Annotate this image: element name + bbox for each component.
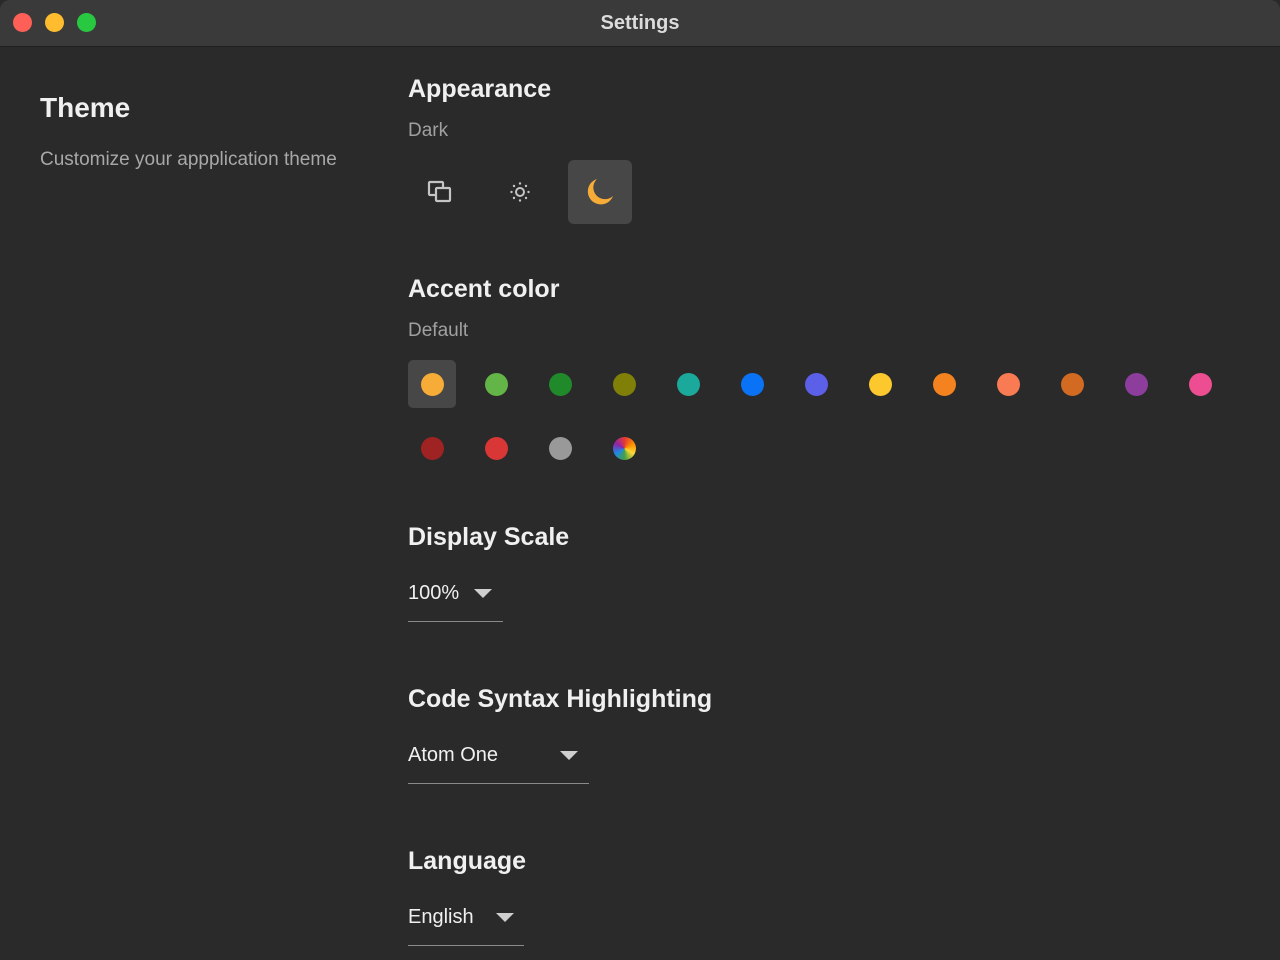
display-scale-value: 100%: [408, 582, 460, 604]
accent-color-swatch[interactable]: [600, 424, 648, 472]
syntax-highlighting-title: Code Syntax Highlighting: [408, 685, 713, 713]
accent-color-current: Default: [408, 320, 469, 341]
accent-color-swatch[interactable]: [728, 360, 776, 408]
color-dot: [548, 436, 572, 460]
syntax-highlighting-dropdown[interactable]: Atom One: [408, 744, 589, 784]
appearance-dark-button[interactable]: [568, 160, 632, 224]
accent-color-swatch[interactable]: [856, 360, 904, 408]
accent-color-swatch[interactable]: [536, 360, 584, 408]
color-dot: [676, 372, 700, 396]
settings-window: Settings Theme Customize your appplicati…: [0, 0, 1280, 960]
window-title: Settings: [600, 12, 680, 34]
color-dot: [740, 372, 764, 396]
syntax-highlighting-value: Atom One: [408, 744, 499, 766]
color-dot: [804, 372, 828, 396]
accent-color-swatch[interactable]: [472, 424, 520, 472]
accent-color-swatch[interactable]: [472, 360, 520, 408]
color-dot: [1124, 372, 1148, 396]
display-scale-dropdown[interactable]: 100%: [408, 582, 503, 622]
sun-icon: [510, 182, 530, 202]
appearance-system-button[interactable]: [408, 160, 472, 224]
appearance-title: Appearance: [408, 75, 552, 103]
color-dot: [484, 436, 508, 460]
appearance-current: Dark: [408, 120, 449, 141]
color-dot: [420, 436, 444, 460]
accent-color-swatch[interactable]: [408, 424, 456, 472]
color-dot: [420, 372, 444, 396]
accent-color-title: Accent color: [408, 275, 560, 303]
color-dot: [548, 372, 572, 396]
color-dot: [484, 372, 508, 396]
moon-icon: [587, 179, 613, 205]
color-dot: [1188, 372, 1212, 396]
color-dot: [932, 372, 956, 396]
sidebar: Theme Customize your appplication theme: [40, 92, 340, 173]
color-dot: [1060, 372, 1084, 396]
display-scale-title: Display Scale: [408, 523, 570, 551]
accent-color-swatch[interactable]: [408, 360, 456, 408]
accent-color-swatch[interactable]: [664, 360, 712, 408]
multicolor-dot: [612, 436, 636, 460]
chevron-down-icon: [496, 913, 514, 922]
chevron-down-icon: [560, 751, 578, 760]
color-dot: [868, 372, 892, 396]
accent-color-swatch[interactable]: [1112, 360, 1160, 408]
appearance-light-button[interactable]: [488, 160, 552, 224]
accent-color-swatch[interactable]: [920, 360, 968, 408]
accent-color-swatch[interactable]: [792, 360, 840, 408]
language-dropdown[interactable]: English: [408, 906, 524, 946]
accent-color-swatch[interactable]: [1048, 360, 1096, 408]
color-dot: [996, 372, 1020, 396]
accent-color-swatch[interactable]: [1176, 360, 1224, 408]
accent-color-swatch[interactable]: [984, 360, 1032, 408]
sidebar-title: Theme: [40, 92, 131, 123]
sidebar-description: Customize your appplication theme: [40, 149, 337, 170]
language-value: English: [408, 906, 474, 928]
color-dot: [612, 372, 636, 396]
accent-color-swatch[interactable]: [600, 360, 648, 408]
language-title: Language: [408, 847, 527, 875]
title-bar: Settings: [0, 0, 1280, 47]
accent-color-swatch[interactable]: [536, 424, 584, 472]
system-icon: [427, 180, 452, 203]
chevron-down-icon: [474, 589, 492, 598]
